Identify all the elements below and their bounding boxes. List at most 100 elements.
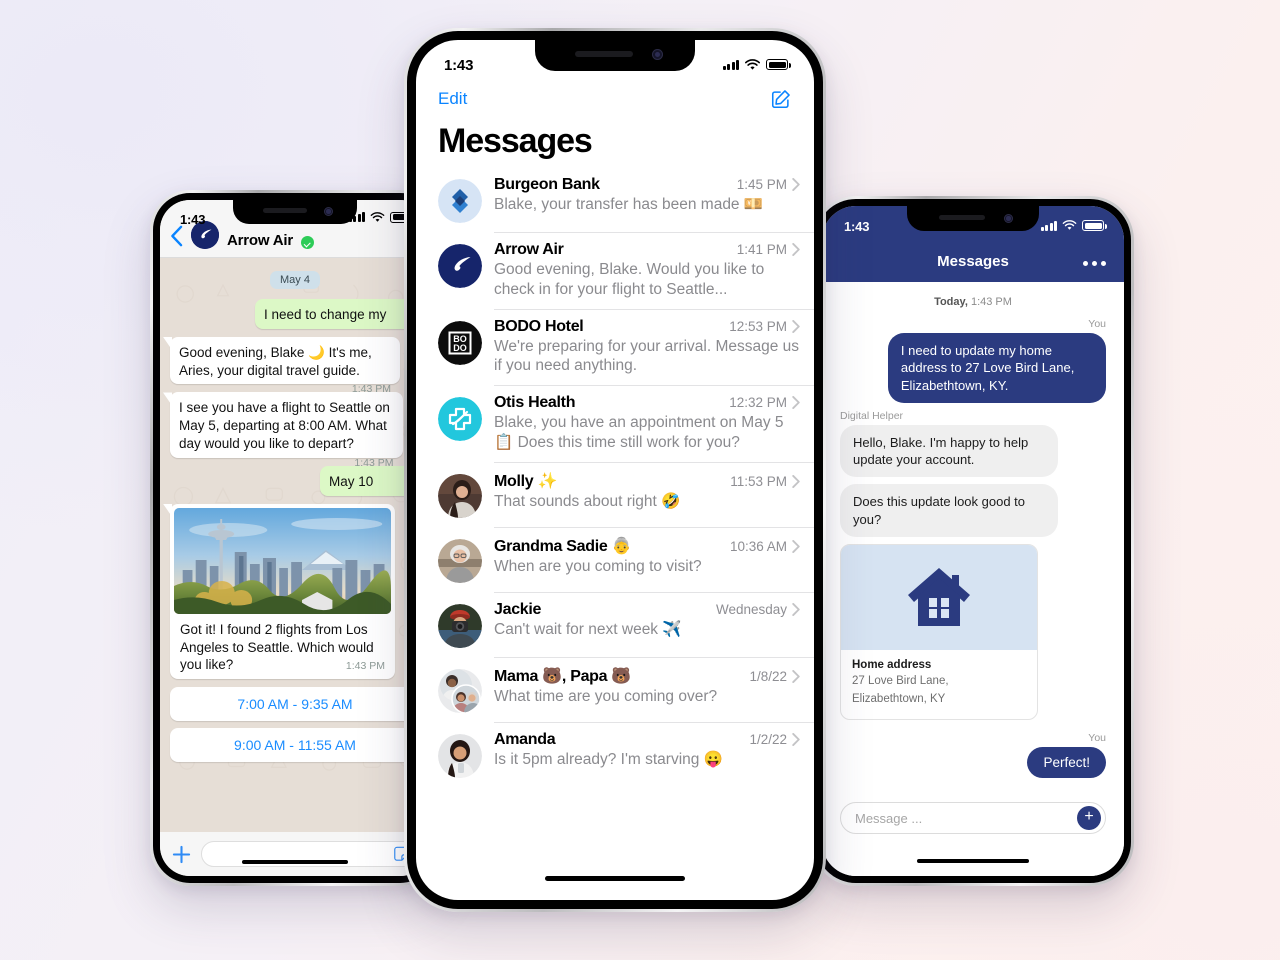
- conversation-meta: Wednesday: [716, 602, 800, 617]
- wifi-icon: [745, 58, 760, 70]
- conversation-meta: 12:53 PM: [729, 319, 800, 334]
- molly-avatar: [438, 473, 482, 518]
- conversation-meta: 1/2/22: [749, 732, 800, 747]
- whatsapp-scroll: May 4 I need to change my Good evening, …: [170, 270, 420, 763]
- wifi-icon: [370, 211, 385, 222]
- message-bubble-incoming: Hello, Blake. I'm happy to help update y…: [840, 424, 1059, 478]
- conversation-meta: 1:41 PM: [737, 242, 800, 257]
- front-camera: [324, 207, 333, 216]
- conversation-time: 12:32 PM: [729, 395, 787, 411]
- edit-button[interactable]: Edit: [438, 89, 467, 109]
- sender-label-helper: Digital Helper: [840, 409, 904, 422]
- phone-center-ios-messages: 1:43 Edit Messages Burgeon Bank 1:45 PM …: [404, 28, 826, 912]
- page-title: Messages: [438, 122, 593, 160]
- bodo-hotel-avatar: BO DO: [438, 320, 482, 365]
- conversation-row-bodo-hotel[interactable]: BO DO BODO Hotel 12:53 PM We're preparin…: [438, 308, 814, 386]
- quick-reply-option-2[interactable]: 9:00 AM - 11:55 AM: [170, 728, 420, 763]
- conversation-time: Wednesday: [715, 601, 787, 617]
- card-info: Home address 27 Love Bird Lane, Elizabet…: [841, 650, 1037, 719]
- arrow-air-avatar: [438, 244, 482, 288]
- conversation-content: Grandma Sadie 👵 10:36 AM When are you co…: [494, 536, 800, 577]
- conversation-row-burgeon-bank[interactable]: Burgeon Bank 1:45 PM Blake, your transfe…: [438, 167, 814, 232]
- conversation-row-jackie[interactable]: Jackie Wednesday Can't wait for next wee…: [438, 591, 814, 657]
- conversation-header: Otis Health 12:32 PM: [494, 394, 800, 412]
- avatar-photo: [438, 473, 482, 518]
- avatar-photo: [438, 603, 482, 648]
- conversation-name: Mama 🐻, Papa 🐻: [494, 667, 632, 685]
- plus-icon[interactable]: [172, 845, 191, 864]
- conversation-row-arrow-air[interactable]: Arrow Air 1:41 PM Good evening, Blake. W…: [438, 232, 814, 309]
- final-message-row: Perfect!: [840, 746, 1106, 778]
- wifi-icon: [1062, 220, 1077, 230]
- quick-reply-option-1[interactable]: 7:00 AM - 9:35 AM: [170, 687, 420, 722]
- message-bubble-incoming: Does this update look good to you?: [840, 484, 1059, 537]
- notch: [907, 206, 1039, 231]
- conversation-row-mama-papa[interactable]: Mama 🐻, Papa 🐻 1/8/22 What time are you …: [438, 656, 814, 722]
- conversation-name: Arrow Air: [494, 241, 564, 258]
- phone-left-whatsapp: 1:43 Arrow Air May 4 I need to change my…: [150, 190, 440, 886]
- status-icons: [348, 211, 415, 223]
- message-time: 1:43 PM: [345, 660, 385, 673]
- conversation-header: Amanda 1/2/22: [494, 731, 800, 749]
- conversation-preview: We're preparing for your arrival. Messag…: [494, 337, 800, 375]
- status-icons: [1040, 217, 1107, 231]
- conversation-content: Amanda 1/2/22 Is it 5pm already? I'm sta…: [494, 731, 800, 770]
- conversation-meta: 12:32 PM: [729, 395, 800, 410]
- conversation-name: BODO Hotel: [494, 317, 584, 335]
- chevron-right-icon: [792, 602, 800, 616]
- conversation-row-grandma-sadie[interactable]: Grandma Sadie 👵 10:36 AM When are you co…: [438, 526, 814, 592]
- conversation-header: Molly ✨ 11:53 PM: [494, 471, 800, 491]
- arrow-air-logo-icon: [438, 244, 482, 288]
- chat-contact-name: Arrow Air: [227, 232, 293, 249]
- chevron-right-icon: [792, 178, 800, 191]
- home-indicator: [242, 860, 348, 864]
- card-hero: [841, 544, 1037, 650]
- grandma-sadie-avatar: [438, 538, 482, 583]
- status-time: 1:43: [180, 211, 206, 227]
- notch: [233, 200, 357, 224]
- more-options-icon[interactable]: [1083, 261, 1106, 266]
- conversation-header: Grandma Sadie 👵 10:36 AM: [494, 536, 800, 556]
- plus-icon[interactable]: +: [1077, 806, 1101, 830]
- message-input-placeholder[interactable]: Message ...: [855, 811, 1077, 826]
- otis-health-logo-icon: [438, 397, 482, 442]
- app-title: Messages: [937, 253, 1009, 270]
- card-value-line2: Elizabethtown, KY: [852, 693, 946, 706]
- compose-icon[interactable]: [770, 88, 792, 110]
- bodo-hotel-logo-icon: BO DO: [438, 320, 482, 365]
- conversation-header: Burgeon Bank 1:45 PM: [494, 176, 800, 194]
- conversation-name: Molly ✨: [494, 472, 558, 490]
- message-bubble-image-card: Got it! I found 2 flights from Los Angel…: [170, 503, 395, 680]
- front-camera: [1004, 214, 1013, 223]
- burgeon-bank-logo-icon: [438, 179, 482, 223]
- cellular-signal-icon: [722, 59, 739, 70]
- whatsapp-message-area: May 4 I need to change my Good evening, …: [160, 258, 430, 832]
- status-icons: [722, 54, 791, 71]
- message-composer[interactable]: Message ... +: [840, 802, 1106, 834]
- conversation-row-otis-health[interactable]: Otis Health 12:32 PM Blake, you have an …: [438, 385, 814, 462]
- chevron-right-icon: [792, 669, 800, 683]
- amanda-avatar: [438, 733, 482, 778]
- battery-icon: [1082, 220, 1107, 231]
- message-text: Good evening, Blake 🌙 It's me, Aries, yo…: [179, 344, 372, 378]
- conversation-time: 1/8/22: [749, 668, 787, 684]
- burgeon-bank-avatar: [438, 179, 482, 223]
- otis-health-avatar: [438, 397, 482, 442]
- card-value-line1: 27 Love Bird Lane,: [852, 674, 949, 687]
- phone-right-digital-helper: Messages 1:43 Today, 1:43 PM You I need …: [804, 196, 1134, 886]
- verified-badge-icon: [301, 236, 314, 249]
- conversation-preview: Is it 5pm already? I'm starving 😛: [494, 750, 724, 768]
- phone-screen-left: 1:43 Arrow Air May 4 I need to change my…: [160, 200, 430, 876]
- conversation-time: 12:53 PM: [729, 318, 787, 334]
- conversation-preview: That sounds about right 🤣: [494, 492, 681, 510]
- conversation-time: 1:41 PM: [736, 242, 787, 257]
- chevron-right-icon: [792, 319, 800, 333]
- conversation-name: Jackie: [494, 600, 542, 618]
- house-icon: [908, 568, 970, 627]
- address-confirmation-card[interactable]: Home address 27 Love Bird Lane, Elizabet…: [840, 543, 1038, 720]
- conversation-row-amanda[interactable]: Amanda 1/2/22 Is it 5pm already? I'm sta…: [438, 721, 814, 787]
- conversation-header: Mama 🐻, Papa 🐻 1/8/22: [494, 666, 800, 686]
- conversation-row-molly[interactable]: Molly ✨ 11:53 PM That sounds about right…: [438, 461, 814, 527]
- status-time: 1:43: [844, 218, 870, 234]
- home-indicator: [917, 859, 1029, 863]
